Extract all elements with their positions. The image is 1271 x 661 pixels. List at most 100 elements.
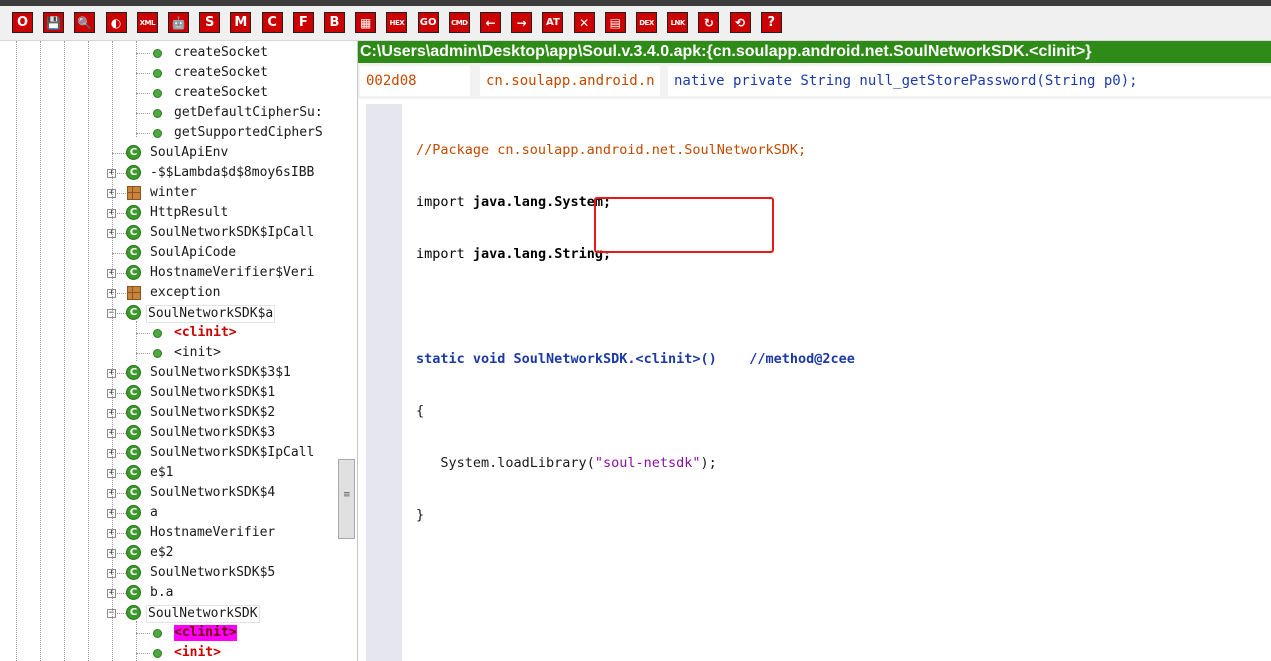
package-field[interactable]: cn.soulapp.android.n [480,66,660,96]
open-button[interactable]: O [12,12,33,33]
tree-class-node[interactable]: C SoulApiCode [0,243,337,263]
tree-node-label: SoulNetworkSDK$5 [150,565,276,580]
tree-class-node[interactable]: + C SoulNetworkSDK$IpCall [0,443,337,463]
android-icon[interactable]: 🤖 [168,12,189,33]
tree-class-node[interactable]: + C SoulNetworkSDK$5 [0,563,337,583]
tools-icon[interactable]: ✕ [573,12,595,33]
tree-package-node[interactable]: + winter [0,183,337,203]
code-editor[interactable]: //Package cn.soulapp.android.net.SoulNet… [358,99,1271,661]
save-icon[interactable]: 💾 [43,12,65,33]
dex-button[interactable]: DEX [636,12,657,33]
list-icon[interactable]: ▤ [604,12,626,33]
help-icon[interactable]: ? [760,12,782,33]
tree-connector [136,653,150,654]
tree-class-node[interactable]: + Cb.a [0,583,337,603]
tree-node-label: a [150,505,158,520]
tree-class-node[interactable]: + C SoulNetworkSDK$4 [0,483,337,503]
tree-method-node[interactable]: createSocket [0,43,337,63]
tree-node-label: getDefaultCipherSu: [174,105,323,120]
tree-node-label: <clinit> [174,625,237,641]
link-button[interactable]: LNK [667,12,689,33]
tree-class-node[interactable]: + C SoulNetworkSDK$3 [0,423,337,443]
class-icon: C [126,505,141,520]
tree-scroll-thumb[interactable]: ≡ [338,459,355,539]
import-keyword: import [416,246,465,263]
tree-node-label: winter [150,185,197,200]
method-icon [153,89,162,98]
tree-connector [136,633,150,634]
class-icon: C [126,205,141,220]
tree-connector [136,133,150,134]
m-button[interactable]: M [230,12,252,33]
method-icon [153,129,162,138]
tree-class-node[interactable]: + C HostnameVerifier$Veri [0,263,337,283]
tree-node-label: SoulApiEnv [150,145,229,160]
tree-node-label: SoulNetworkSDK$3 [150,425,276,440]
cmd-button[interactable]: CMD [448,12,470,33]
call-end: ); [700,455,717,472]
import-system: java.lang.System; [472,194,612,211]
signature-field[interactable]: native private String null_getStorePassw… [668,66,1271,96]
tree-method-node[interactable]: getSupportedCipherS [0,123,337,143]
class-icon: C [126,405,141,420]
search-icon[interactable]: 🔍 [74,12,96,33]
b-button[interactable]: B [324,12,345,33]
tree-connector [136,353,150,354]
tree-class-node[interactable]: − C SoulNetworkSDK [0,603,337,623]
tree-node-label: getSupportedCipherS [174,125,323,140]
tree-guide-line [112,41,113,661]
go-button[interactable]: GO [417,12,439,33]
tree-node-label: exception [150,285,221,300]
undo-icon[interactable]: ⟲ [729,12,751,33]
tree-connector [136,53,150,54]
refresh-icon[interactable]: ↻ [698,12,720,33]
tree-package-node[interactable]: + exception [0,283,337,303]
class-icon: C [126,485,141,500]
code-text[interactable]: //Package cn.soulapp.android.net.SoulNet… [416,107,855,559]
tree-class-node[interactable]: + C HttpResult [0,203,337,223]
toggle-icon[interactable]: ◐ [105,12,127,33]
tree-class-node[interactable]: − C SoulNetworkSDK$a [0,303,337,323]
offset-field[interactable]: 002d08 [360,66,470,96]
tree-class-node[interactable]: + Ce$1 [0,463,337,483]
class-icon: C [126,525,141,540]
tree-method-node[interactable]: <init> [0,343,337,363]
tree-class-node[interactable]: + C HostnameVerifier [0,523,337,543]
grid-icon[interactable]: ▦ [355,12,377,33]
hex-button[interactable]: HEX [386,12,408,33]
tree-class-node[interactable]: C SoulApiEnv [0,143,337,163]
tree-guide-line [136,321,137,361]
tree-class-node[interactable]: + C SoulNetworkSDK$IpCall [0,223,337,243]
tree-method-node[interactable]: <clinit> [0,623,337,643]
tree-class-node[interactable]: + C SoulNetworkSDK$2 [0,403,337,423]
class-icon: C [126,365,141,380]
tree-method-node[interactable]: getDefaultCipherSu: [0,103,337,123]
class-icon: C [126,385,141,400]
tree-guide-line [136,41,137,137]
method-icon [153,649,162,658]
s-button[interactable]: S [199,12,221,33]
tree-scrollbar[interactable] [337,41,355,661]
f-button[interactable]: F [292,12,314,33]
tree-method-node[interactable]: <clinit> [0,323,337,343]
xml-button[interactable]: XML [136,12,158,33]
import-string: java.lang.String; [472,246,612,263]
tree-class-node[interactable]: + C SoulNetworkSDK$1 [0,383,337,403]
tree-class-node[interactable]: + Ca [0,503,337,523]
class-icon: C [126,305,141,320]
tree-method-node[interactable]: createSocket [0,63,337,83]
forward-arrow-icon[interactable]: → [511,12,533,33]
tree-node-label: SoulApiCode [150,245,237,260]
tree-class-node[interactable]: + C -$$Lambda$d$8moy6sIBB [0,163,337,183]
annotation-highlight-box [594,197,774,253]
tree-method-node[interactable]: createSocket [0,83,337,103]
tree-class-node[interactable]: + Ce$2 [0,543,337,563]
import-keyword: import [416,194,465,211]
back-arrow-icon[interactable]: ← [480,12,501,33]
c-button[interactable]: C [261,12,283,33]
tree-class-node[interactable]: + C SoulNetworkSDK$3$1 [0,363,337,383]
tree-connector [112,253,126,254]
tree-node-label: SoulNetworkSDK$2 [150,405,276,420]
tree-method-node[interactable]: <init> [0,643,337,661]
at-button[interactable]: AT [542,12,564,33]
